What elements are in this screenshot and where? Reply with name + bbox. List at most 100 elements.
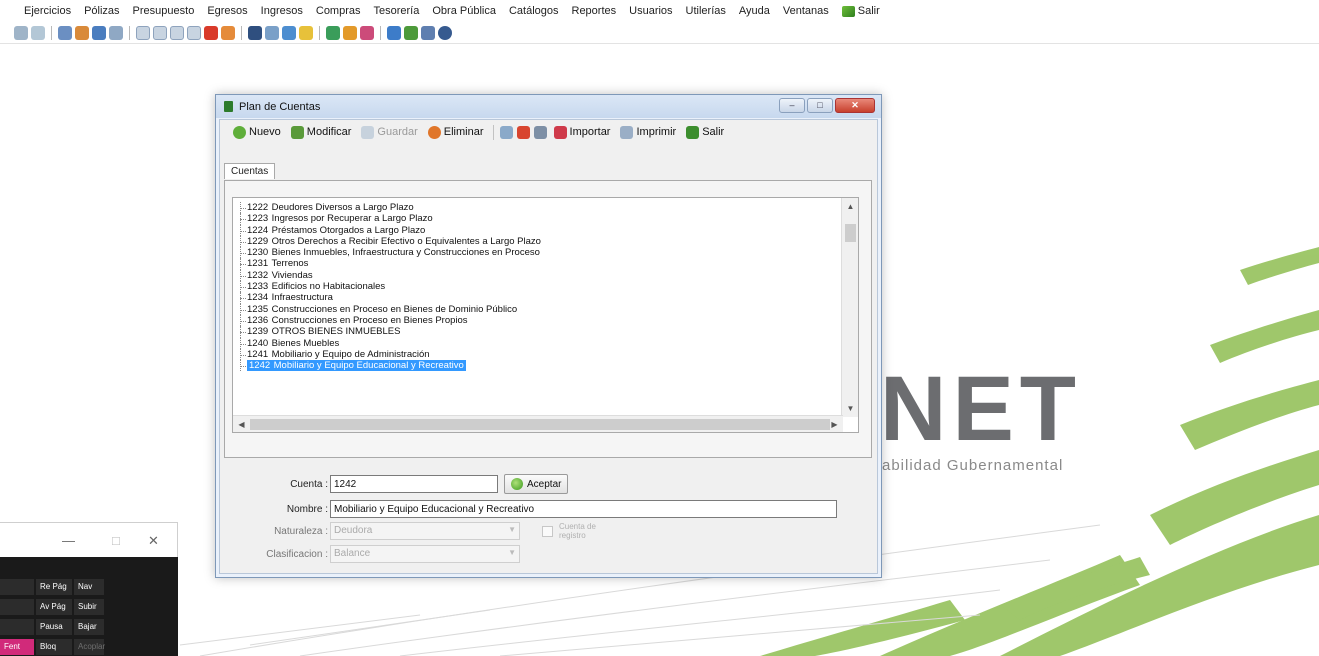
document-icon[interactable] [170, 25, 184, 40]
tree-item[interactable]: 1236 Construcciones en Proceso en Bienes… [233, 314, 843, 327]
org-icon[interactable] [387, 25, 401, 40]
menu-ejercicios[interactable]: Ejercicios [24, 5, 71, 17]
scroll-right-icon[interactable]: ▶ [826, 416, 843, 432]
key-av-pag[interactable]: Av Pág [36, 599, 72, 615]
tree-item[interactable]: 1229 Otros Derechos a Recibir Efectivo o… [233, 235, 843, 248]
export-icon[interactable] [499, 125, 513, 139]
naturaleza-select[interactable]: Deudora ▼ [330, 522, 520, 540]
tree-item[interactable]: 1240 Bienes Muebles [233, 337, 843, 350]
accounts-tree[interactable]: 1222 Deudores Diversos a Largo Plazo 122… [232, 197, 859, 433]
scroll-up-icon[interactable]: ▲ [842, 198, 858, 215]
scroll-left-icon[interactable]: ◀ [233, 416, 250, 432]
menu-tesoreria[interactable]: Tesorería [374, 5, 420, 17]
menu-usuarios[interactable]: Usuarios [629, 5, 672, 17]
menu-utilerias[interactable]: Utilerías [686, 5, 726, 17]
key-partial[interactable] [0, 579, 34, 595]
cuenta-input[interactable] [330, 475, 498, 493]
tree-item[interactable]: 1241 Mobiliario y Equipo de Administraci… [233, 348, 843, 361]
tree-item[interactable]: 1224 Préstamos Otorgados a Largo Plazo [233, 224, 843, 237]
key-subir[interactable]: Subir [74, 599, 104, 615]
key-acoplar[interactable]: Acoplar [74, 639, 105, 655]
key-partial[interactable] [0, 599, 34, 615]
minimize-button[interactable]: – [779, 98, 805, 113]
accept-button[interactable]: Aceptar [504, 474, 569, 494]
nombre-input[interactable] [330, 500, 837, 518]
close-icon[interactable]: ✕ [148, 533, 159, 549]
menu-ayuda[interactable]: Ayuda [739, 5, 770, 17]
transfer-icon[interactable] [360, 25, 374, 40]
calculator-icon[interactable] [248, 25, 262, 40]
tree-item[interactable]: 1231 Terrenos [233, 258, 843, 271]
lock-icon[interactable] [533, 125, 547, 139]
tree-horizontal-scrollbar[interactable]: ◀ ▶ [233, 415, 843, 432]
menu-obra-publica[interactable]: Obra Pública [432, 5, 496, 17]
menu-egresos[interactable]: Egresos [207, 5, 247, 17]
car-icon[interactable] [265, 25, 279, 40]
scroll-thumb[interactable] [845, 224, 856, 242]
save-icon[interactable] [421, 25, 435, 40]
report-icon[interactable] [31, 25, 45, 40]
menu-catalogos[interactable]: Catálogos [509, 5, 559, 17]
maximize-icon[interactable]: □ [112, 533, 120, 548]
toolbar-separator [51, 25, 52, 40]
bank-icon[interactable] [282, 25, 296, 40]
scroll-thumb[interactable] [250, 419, 830, 430]
registro-checkbox[interactable] [542, 525, 553, 537]
document-icon[interactable] [187, 25, 201, 40]
pdf-icon[interactable] [516, 125, 530, 139]
key-bloq-despl[interactable]: Bloq Despl [36, 639, 72, 655]
tree-item-selected[interactable]: 1242 Mobiliario y Equipo Educacional y R… [233, 360, 843, 372]
tree-item[interactable]: 1223 Ingresos por Recuperar a Largo Plaz… [233, 213, 843, 225]
key-partial[interactable] [0, 619, 34, 635]
key-pausa[interactable]: Pausa [36, 619, 72, 635]
new-button[interactable]: Nuevo [230, 125, 284, 139]
menu-compras[interactable]: Compras [316, 5, 361, 17]
key-re-pag[interactable]: Re Pág [36, 579, 72, 595]
menu-polizas[interactable]: Pólizas [84, 5, 119, 17]
key-fent[interactable]: Fent [0, 639, 34, 655]
refresh-icon[interactable] [14, 25, 28, 40]
tree-item[interactable]: 1230 Bienes Inmuebles, Infraestructura y… [233, 247, 843, 259]
delete-button[interactable]: Eliminar [425, 125, 487, 139]
maximize-button[interactable]: □ [807, 98, 833, 113]
coins-icon[interactable] [75, 25, 89, 40]
document-icon[interactable] [153, 25, 167, 40]
menu-reportes[interactable]: Reportes [572, 5, 617, 17]
tree-vertical-scrollbar[interactable]: ▲ ▼ [841, 198, 858, 417]
chart-icon[interactable] [221, 25, 235, 40]
import-button[interactable]: Importar [551, 125, 614, 139]
help-icon[interactable] [438, 25, 452, 40]
tree-item[interactable]: 1222 Deudores Diversos a Largo Plazo [233, 202, 843, 214]
menu-presupuesto[interactable]: Presupuesto [133, 5, 195, 17]
tree-item[interactable]: 1234 Infraestructura [233, 292, 843, 304]
tree-item[interactable]: 1235 Construcciones en Proceso en Bienes… [233, 303, 843, 316]
table-icon[interactable] [109, 25, 123, 40]
document-icon[interactable] [136, 25, 150, 40]
folder-icon[interactable] [299, 25, 313, 40]
check-icon[interactable] [404, 25, 418, 40]
modify-button[interactable]: Modificar [288, 125, 355, 139]
scroll-down-icon[interactable]: ▼ [842, 400, 858, 417]
tree-item[interactable]: 1232 Viviendas [233, 269, 843, 282]
tab-cuentas[interactable]: Cuentas [224, 163, 276, 179]
save-button[interactable]: Guardar [358, 125, 420, 139]
books-icon[interactable] [92, 25, 106, 40]
exit-button[interactable]: Salir [683, 125, 727, 139]
menu-ventanas[interactable]: Ventanas [783, 5, 829, 17]
tree-item[interactable]: 1239 OTROS BIENES INMUEBLES [233, 326, 843, 338]
key-nav[interactable]: Nav [74, 579, 104, 595]
tools-icon[interactable] [343, 25, 357, 40]
tree-item[interactable]: 1233 Edificios no Habitacionales [233, 281, 843, 293]
minimize-icon[interactable]: — [62, 533, 75, 548]
dialog-titlebar[interactable]: Plan de Cuentas – □ ✕ [216, 95, 881, 118]
clasificacion-select[interactable]: Balance ▼ [330, 545, 520, 563]
osk-titlebar[interactable]: — □ ✕ [0, 523, 177, 557]
close-button[interactable]: ✕ [835, 98, 875, 113]
key-bajar[interactable]: Bajar [74, 619, 104, 635]
list-icon[interactable] [326, 25, 340, 40]
stop-icon[interactable] [204, 25, 218, 40]
users-icon[interactable] [58, 25, 72, 40]
menu-ingresos[interactable]: Ingresos [261, 5, 303, 17]
print-button[interactable]: Imprimir [617, 125, 679, 139]
menu-salir[interactable]: Salir [841, 5, 880, 17]
